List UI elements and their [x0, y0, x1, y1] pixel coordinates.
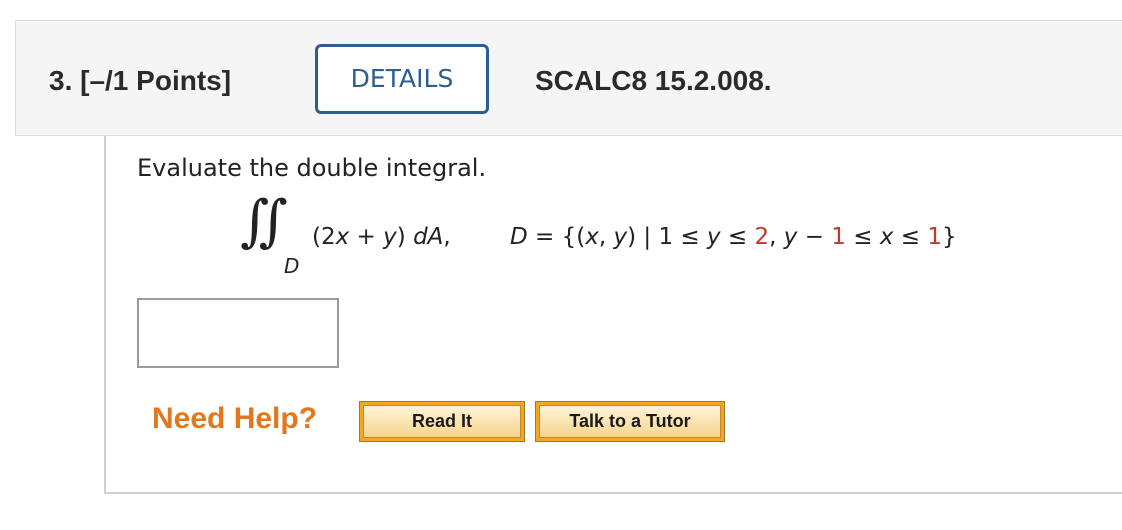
highlighted-value: 1 — [927, 224, 943, 250]
talk-to-tutor-button[interactable]: Talk to a Tutor — [535, 401, 725, 442]
question-code: SCALC8 15.2.008. — [535, 65, 772, 96]
highlighted-value: 1 — [831, 224, 846, 250]
read-it-button[interactable]: Read It — [359, 401, 525, 442]
region-definition: D = {(x, y) | 1 ≤ y ≤ 2, y − 1 ≤ x ≤ 1} — [510, 224, 957, 250]
answer-input[interactable] — [137, 298, 339, 368]
question-header: 3. [–/1 Points] DETAILS SCALC8 15.2.008. — [15, 20, 1122, 136]
talk-to-tutor-label: Talk to a Tutor — [539, 405, 721, 438]
question-number: 3. [–/1 Points] — [49, 65, 232, 96]
integral-subscript: D — [284, 254, 300, 278]
integrand: (2x + y) dA, — [312, 224, 451, 250]
question-prompt: Evaluate the double integral. — [137, 154, 487, 182]
details-button[interactable]: DETAILS — [315, 44, 489, 114]
need-help-label: Need Help? — [152, 402, 318, 435]
question-body: Evaluate the double integral. ∬ D (2x + … — [104, 136, 1122, 494]
double-integral-symbol: ∬ — [240, 189, 287, 254]
read-it-label: Read It — [363, 405, 521, 438]
highlighted-value: 2 — [754, 224, 770, 250]
